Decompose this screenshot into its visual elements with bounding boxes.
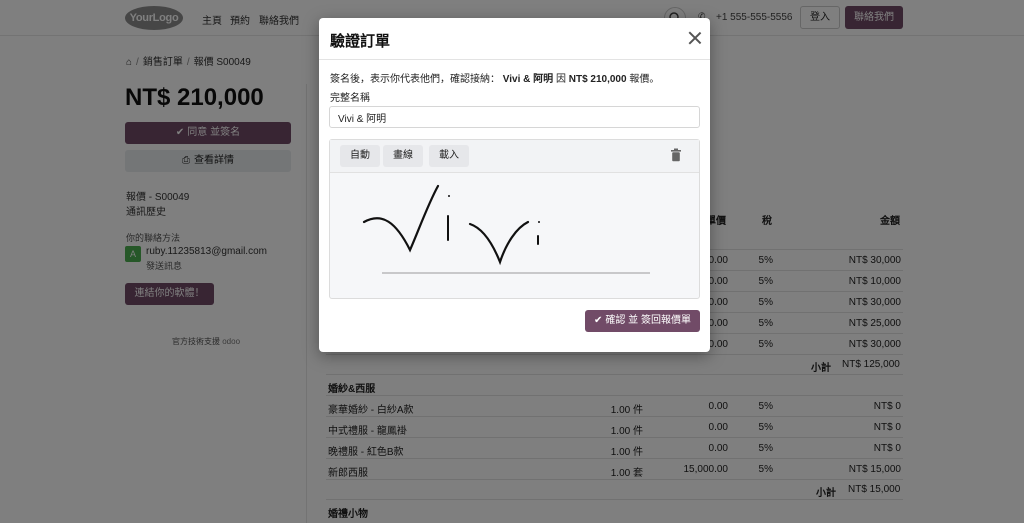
signature-dot (448, 195, 450, 197)
trash-icon[interactable] (670, 148, 682, 162)
signature-toolbar: 自動 畫線 載入 (330, 140, 699, 173)
dialog-title: 驗證訂單 (330, 33, 391, 50)
validate-order-dialog: 驗證訂單 簽名後，表示你代表他們，確認接納： Vivi & 阿明 因 NT$ 2… (319, 18, 710, 352)
confirm-sign-button[interactable]: ✔ 確認 並 簽回報價單 (585, 310, 700, 332)
signature-dot (538, 221, 540, 223)
check-icon: ✔ (594, 315, 603, 326)
signature-stroke (362, 184, 440, 253)
close-icon[interactable] (687, 30, 703, 46)
full-name-input[interactable] (329, 106, 700, 128)
mode-auto-button[interactable]: 自動 (340, 145, 380, 167)
signature-canvas[interactable] (330, 174, 699, 298)
signature-pad: 自動 畫線 載入 (329, 139, 700, 299)
mode-draw-button[interactable]: 畫線 (383, 145, 423, 167)
dialog-header-divider (319, 59, 710, 60)
mode-load-button[interactable]: 載入 (429, 145, 469, 167)
full-name-label: 完整名稱 (330, 93, 370, 104)
dialog-intro: 簽名後，表示你代表他們，確認接納： Vivi & 阿明 因 NT$ 210,00… (330, 74, 660, 85)
signature-stroke (468, 220, 530, 266)
